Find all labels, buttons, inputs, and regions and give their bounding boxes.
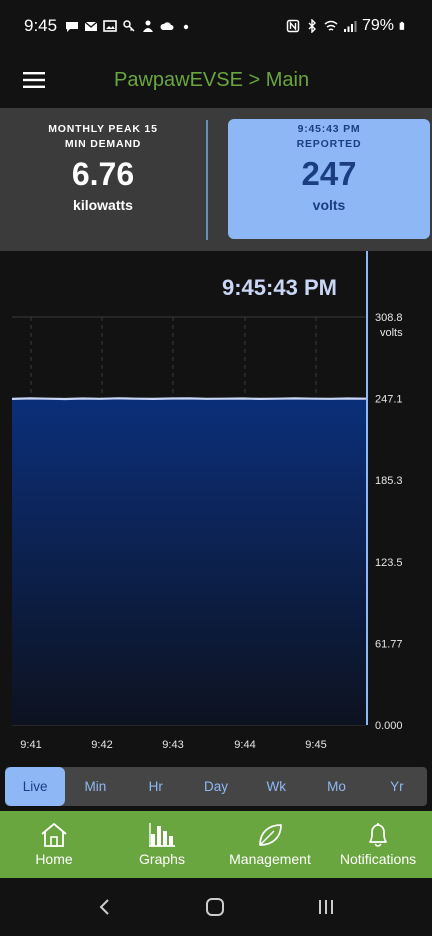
hamburger-menu-icon — [23, 72, 45, 88]
app-bar: PawpawEVSE > Main — [0, 52, 432, 108]
weather-icon — [143, 20, 154, 32]
signal-icon — [343, 21, 357, 32]
home-button-icon[interactable] — [204, 896, 226, 918]
back-icon[interactable] — [95, 897, 115, 917]
y-tick-label: 185.3 — [375, 475, 403, 487]
notification-icons — [65, 19, 193, 33]
y-axis-unit-label: volts — [380, 327, 403, 339]
monthly-peak-card[interactable]: MONTHLY PEAK 15 MIN DEMAND 6.76 kilowatt… — [0, 108, 206, 251]
y-tick-label: 0.000 — [375, 720, 403, 732]
bell-icon — [369, 823, 387, 847]
battery-icon — [399, 21, 405, 30]
nav-notifications[interactable]: Notifications — [324, 811, 432, 878]
cloud-icon — [160, 22, 174, 30]
range-tab-yr[interactable]: Yr — [367, 767, 427, 806]
peak-unit: kilowatts — [73, 197, 133, 213]
status-time: 9:45 — [24, 16, 58, 35]
status-bar: 9:45 79% — [0, 0, 432, 52]
peak-value: 6.76 — [71, 156, 135, 192]
x-tick-label: 9:42 — [91, 739, 112, 751]
range-tab-day[interactable]: Day — [186, 767, 246, 806]
home-icon — [41, 823, 67, 847]
range-tab-wk[interactable]: Wk — [246, 767, 306, 806]
reported-value: 247 — [301, 155, 357, 192]
image-icon — [103, 20, 117, 32]
voltage-line — [11, 397, 367, 401]
nfc-icon — [286, 19, 300, 33]
range-tab-hr[interactable]: Hr — [126, 767, 186, 806]
system-navigation-bar — [0, 878, 432, 936]
nav-home[interactable]: Home — [0, 811, 108, 878]
peak-caption-line1: MONTHLY PEAK 15 — [48, 123, 158, 135]
x-tick-label: 9:45 — [305, 739, 326, 751]
reported-card[interactable]: 9:45:43 PM REPORTED 247 volts — [228, 119, 430, 239]
peak-caption-line2: MIN DEMAND — [64, 138, 142, 150]
nav-graphs[interactable]: Graphs — [108, 811, 216, 878]
nav-management-label: Management — [229, 851, 311, 867]
summary-divider — [206, 120, 208, 240]
range-tab-live[interactable]: Live — [5, 767, 66, 806]
bluetooth-icon — [308, 19, 316, 33]
summary-panel: MONTHLY PEAK 15 MIN DEMAND 6.76 kilowatt… — [0, 108, 432, 251]
chart-current-time: 9:45:43 PM — [222, 275, 337, 300]
nav-home-label: Home — [35, 851, 73, 867]
range-tab-mo[interactable]: Mo — [306, 767, 366, 806]
chat-icon — [66, 22, 79, 32]
leaf-icon — [259, 824, 282, 846]
y-tick-label: 123.5 — [375, 557, 403, 569]
range-tab-min[interactable]: Min — [65, 767, 125, 806]
x-tick-label: 9:43 — [162, 739, 183, 751]
x-tick-label: 9:44 — [234, 739, 255, 751]
y-tick-label: 61.77 — [375, 638, 403, 650]
key-icon — [123, 20, 135, 32]
chart-svg: 0.000 61.77 123.5 185.3 247.1 308.8 volts 9:41 9… — [11, 251, 403, 751]
reported-unit: volts — [312, 197, 346, 213]
bottom-nav: Home Graphs Management Notifications — [0, 811, 432, 878]
voltage-area — [12, 398, 366, 725]
wifi-icon — [324, 20, 338, 31]
recents-icon[interactable] — [315, 897, 337, 917]
page-title: PawpawEVSE > Main — [114, 68, 310, 91]
system-status: 79% — [286, 17, 408, 35]
y-tick-label: 247.1 — [375, 394, 403, 406]
bar-chart-icon — [149, 823, 175, 847]
nav-management[interactable]: Management — [216, 811, 324, 878]
nav-notifications-label: Notifications — [339, 851, 417, 867]
battery-percent: 79% — [361, 17, 394, 34]
reported-time: 9:45:43 PM — [297, 123, 361, 135]
dot-icon — [183, 24, 189, 30]
nav-graphs-label: Graphs — [139, 851, 185, 867]
x-tick-label: 9:41 — [20, 739, 41, 751]
voltage-chart[interactable]: 0.000 61.77 123.5 185.3 247.1 308.8 volts 9:41 9… — [0, 251, 432, 763]
reported-caption: REPORTED — [296, 138, 362, 150]
y-tick-label: 308.8 — [375, 312, 403, 324]
menu-button[interactable] — [0, 52, 70, 108]
range-tabs: Live Min Hr Day Wk Mo Yr — [5, 767, 427, 806]
mail-icon — [84, 21, 98, 31]
